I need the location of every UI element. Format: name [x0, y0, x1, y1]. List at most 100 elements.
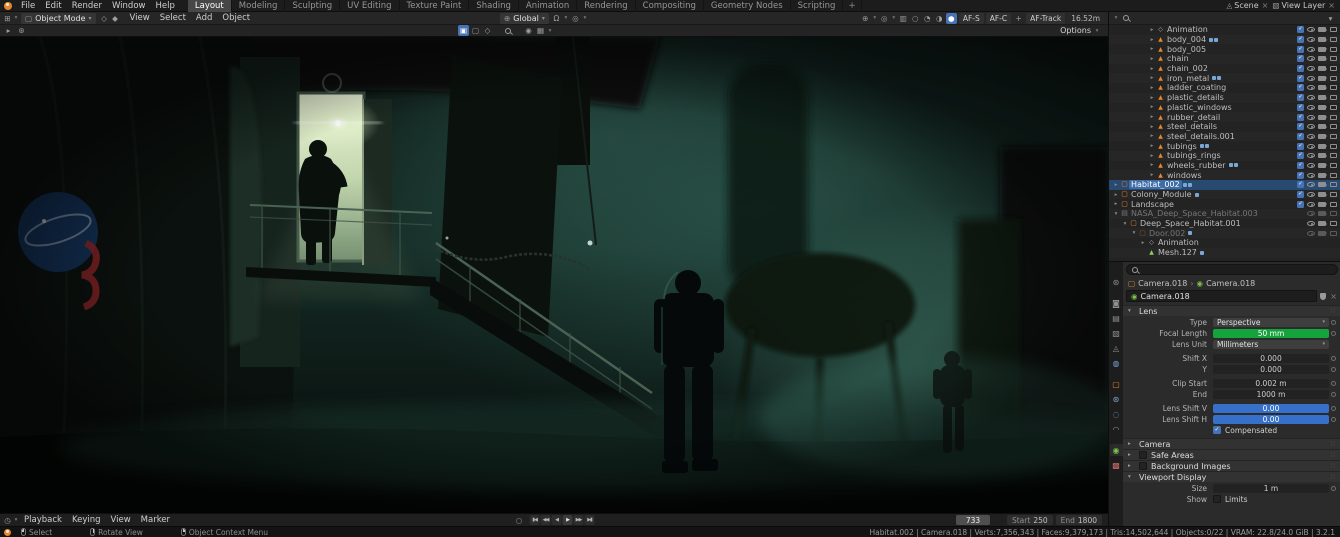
- af-track-button[interactable]: AF-Track: [1026, 12, 1066, 24]
- overlays-dropdown-icon[interactable]: ▾: [891, 13, 897, 24]
- af-c-button[interactable]: AF-C: [985, 12, 1012, 24]
- animate-decorator-icon[interactable]: [1329, 406, 1338, 411]
- expand-arrow-icon[interactable]: [1148, 85, 1156, 91]
- jump-to-end-button[interactable]: ▶▮: [584, 515, 595, 525]
- workspace-tab[interactable]: Compositing: [636, 0, 704, 12]
- panel-drag-dots-icon[interactable]: ∷: [1331, 440, 1336, 448]
- blender-logo-icon[interactable]: [4, 1, 12, 10]
- timeline-menu-item[interactable]: View: [106, 514, 136, 526]
- animate-decorator-icon[interactable]: [1329, 356, 1338, 361]
- tool-tab-icon[interactable]: ⊛: [1110, 276, 1123, 288]
- disable-in-viewports-screen-icon[interactable]: [1330, 182, 1337, 188]
- hide-in-viewport-eye-icon[interactable]: [1307, 162, 1315, 168]
- outliner-item-name[interactable]: ladder_coating: [1165, 83, 1228, 92]
- outliner-item-name[interactable]: plastic_details: [1165, 93, 1226, 102]
- hide-in-viewport-eye-icon[interactable]: [1307, 27, 1315, 33]
- selectability-checkbox[interactable]: [1297, 55, 1304, 63]
- world-tab-icon[interactable]: ◍: [1110, 357, 1123, 369]
- outliner-row[interactable]: steel_details.001: [1109, 131, 1340, 142]
- workspace-tab[interactable]: Shading: [469, 0, 519, 12]
- outliner-search-icon[interactable]: [1122, 14, 1130, 22]
- disable-in-viewports-screen-icon[interactable]: [1330, 133, 1337, 139]
- outliner-item-name[interactable]: body_005: [1165, 45, 1208, 54]
- hide-in-viewport-eye-icon[interactable]: [1307, 46, 1315, 52]
- hide-in-viewport-eye-icon[interactable]: [1307, 153, 1315, 159]
- disable-in-renders-camera-icon[interactable]: [1318, 230, 1327, 236]
- expand-arrow-icon[interactable]: [1148, 75, 1156, 81]
- outliner-row[interactable]: Colony_Module: [1109, 189, 1340, 200]
- clip-start-field[interactable]: 0.002 m: [1213, 378, 1329, 388]
- timeline-menu-item[interactable]: Keying: [67, 514, 106, 526]
- expand-arrow-icon[interactable]: [1148, 27, 1156, 33]
- properties-search-input[interactable]: [1126, 264, 1338, 275]
- active-tool-icon[interactable]: ⊛: [16, 25, 27, 36]
- disable-in-viewports-screen-icon[interactable]: [1330, 85, 1337, 91]
- hide-in-viewport-eye-icon[interactable]: [1307, 37, 1315, 43]
- disable-in-renders-camera-icon[interactable]: [1318, 56, 1327, 62]
- limits-checkbox[interactable]: [1213, 495, 1221, 503]
- clip-end-field[interactable]: 1000 m: [1213, 389, 1329, 399]
- selectability-checkbox[interactable]: [1297, 74, 1304, 82]
- menu-item[interactable]: Window: [107, 0, 151, 12]
- disable-in-renders-camera-icon[interactable]: [1318, 182, 1327, 188]
- add-workspace-button[interactable]: +: [843, 0, 862, 12]
- animate-decorator-icon[interactable]: [1329, 381, 1338, 386]
- workspace-tab[interactable]: Animation: [519, 0, 578, 12]
- timeline-menu-item[interactable]: Playback: [19, 514, 67, 526]
- lens-unit-dropdown[interactable]: Millimeters ▾: [1213, 339, 1329, 349]
- outliner-row[interactable]: Door.002: [1109, 228, 1340, 239]
- expand-arrow-icon[interactable]: [1148, 46, 1156, 52]
- animate-decorator-icon[interactable]: [1329, 320, 1338, 325]
- outliner-item-name[interactable]: Landscape: [1129, 200, 1176, 209]
- disable-in-renders-camera-icon[interactable]: [1318, 95, 1327, 101]
- constraint-tab-icon[interactable]: ◠: [1110, 423, 1123, 435]
- disable-in-renders-camera-icon[interactable]: [1318, 221, 1327, 227]
- disable-in-viewports-screen-icon[interactable]: [1330, 27, 1337, 33]
- outliner-row[interactable]: plastic_windows: [1109, 103, 1340, 113]
- transform-pivot-icon[interactable]: ◉: [523, 25, 534, 36]
- hide-in-viewport-eye-icon[interactable]: [1307, 172, 1315, 178]
- select-mode-box-icon[interactable]: ▢: [470, 25, 481, 36]
- gizmo-dropdown-icon[interactable]: ▾: [872, 13, 878, 24]
- disable-in-renders-camera-icon[interactable]: [1318, 162, 1327, 168]
- disable-in-renders-camera-icon[interactable]: [1318, 153, 1327, 159]
- outliner-item-name[interactable]: Door.002: [1147, 229, 1187, 238]
- outliner-row[interactable]: body_005: [1109, 44, 1340, 54]
- disable-in-renders-camera-icon[interactable]: [1318, 211, 1327, 217]
- disable-in-viewports-screen-icon[interactable]: [1330, 221, 1337, 227]
- outliner-row[interactable]: windows: [1109, 170, 1340, 180]
- viewport-menu-item[interactable]: Add: [191, 12, 217, 24]
- scene-tab-icon[interactable]: ◬: [1110, 342, 1123, 354]
- disable-in-viewports-screen-icon[interactable]: [1330, 162, 1337, 168]
- view-layer-selector[interactable]: ▧ View Layer ×: [1272, 1, 1336, 10]
- disable-in-renders-camera-icon[interactable]: [1318, 37, 1327, 43]
- physics-tab-icon[interactable]: ◌: [1110, 408, 1123, 420]
- selectability-checkbox[interactable]: [1297, 171, 1304, 179]
- view-layer-tab-icon[interactable]: ▧: [1110, 327, 1123, 339]
- auto-keying-icon[interactable]: ○: [514, 515, 525, 526]
- outliner-row[interactable]: steel_details: [1109, 122, 1340, 132]
- viewport-3d[interactable]: [0, 37, 1108, 513]
- expand-arrow-icon[interactable]: [1148, 114, 1156, 120]
- disable-in-renders-camera-icon[interactable]: [1318, 66, 1327, 72]
- outliner-row[interactable]: NASA_Deep_Space_Habitat.003: [1109, 209, 1340, 219]
- fake-user-shield-icon[interactable]: [1320, 292, 1327, 300]
- disable-in-viewports-screen-icon[interactable]: [1330, 172, 1337, 178]
- hide-in-viewport-eye-icon[interactable]: [1307, 143, 1315, 149]
- unlink-icon[interactable]: ×: [1329, 292, 1338, 301]
- disable-in-renders-camera-icon[interactable]: [1318, 201, 1327, 207]
- outliner-row[interactable]: Mesh.127: [1109, 247, 1340, 258]
- select-mode-circle-icon[interactable]: ◇: [482, 25, 493, 36]
- workspace-tab[interactable]: Scripting: [791, 0, 844, 12]
- expand-arrow-icon[interactable]: [1148, 66, 1156, 72]
- select-mode-tweak-icon[interactable]: ▣: [458, 25, 469, 36]
- af-target-icon[interactable]: +: [1013, 13, 1024, 24]
- hide-in-viewport-eye-icon[interactable]: [1307, 221, 1315, 227]
- expand-arrow-icon[interactable]: [1148, 153, 1156, 159]
- object-data-tab-icon[interactable]: ◉: [1109, 444, 1123, 456]
- render-tab-icon[interactable]: ◙: [1110, 297, 1123, 309]
- hide-in-viewport-eye-icon[interactable]: [1307, 95, 1315, 101]
- snap-dropdown-icon[interactable]: ▾: [563, 13, 569, 24]
- output-tab-icon[interactable]: ▤: [1110, 312, 1123, 324]
- outliner-row[interactable]: wheels_rubber: [1109, 161, 1340, 171]
